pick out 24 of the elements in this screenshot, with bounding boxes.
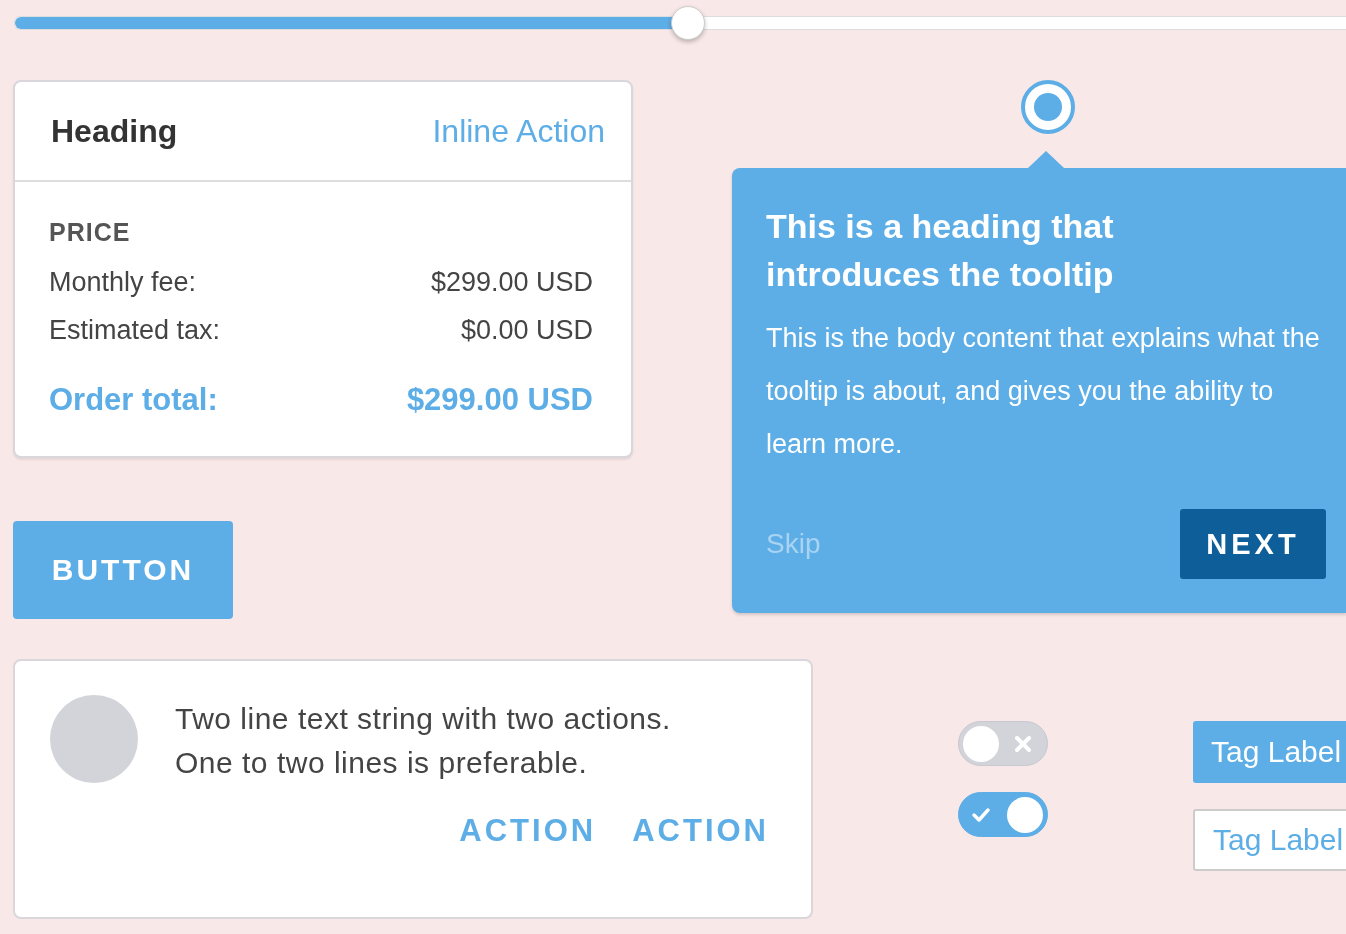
price-value: $299.00 USD bbox=[430, 267, 593, 298]
toggle-switch[interactable] bbox=[958, 721, 1048, 766]
tooltip-heading: This is a heading that introduces the tooltip bbox=[766, 206, 1115, 295]
radio-button[interactable] bbox=[1021, 80, 1075, 134]
tooltip-body: This is the body content that explains what the tooltip is about, and gives you the ability to learn more. bbox=[766, 322, 1321, 461]
card-heading: Heading bbox=[51, 112, 178, 150]
slider-thumb[interactable] bbox=[671, 6, 706, 40]
section-label: PRICE bbox=[49, 218, 132, 247]
close-icon bbox=[1013, 733, 1033, 754]
primary-button[interactable]: BUTTON bbox=[13, 521, 233, 619]
inline-action-link[interactable]: Inline Action bbox=[432, 112, 605, 150]
total-value: $299.00 USD bbox=[406, 382, 593, 418]
action-link[interactable]: ACTION bbox=[632, 813, 769, 849]
price-label: Monthly fee: bbox=[49, 267, 197, 298]
tag: Tag Label bbox=[1193, 721, 1346, 783]
list-text: Two line text string with two actions. One to two lines is preferable. bbox=[175, 701, 671, 781]
next-button[interactable]: NEXT bbox=[1180, 509, 1326, 579]
action-link[interactable]: ACTION bbox=[459, 813, 597, 849]
toggle-switch[interactable] bbox=[958, 792, 1048, 837]
tag: Tag Label bbox=[1193, 809, 1346, 871]
skip-link[interactable]: Skip bbox=[766, 528, 821, 560]
total-label: Order total: bbox=[49, 382, 218, 418]
price-value: $0.00 USD bbox=[460, 315, 593, 346]
price-label: Estimated tax: bbox=[49, 315, 221, 346]
